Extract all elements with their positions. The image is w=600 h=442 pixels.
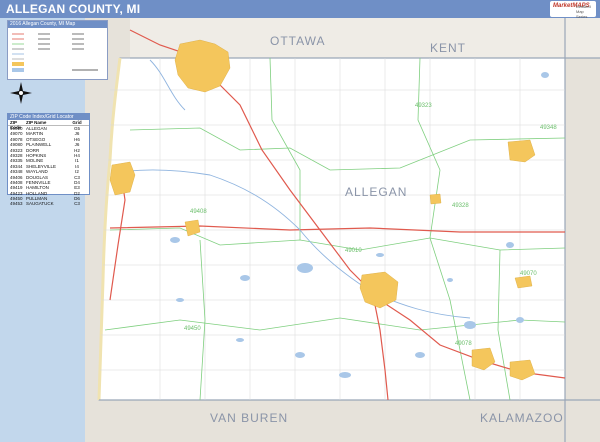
logo-subtext: Detailed Map Series [576,4,591,19]
zip-label-49010: 49010 [345,248,362,254]
title-bar: ALLEGAN COUNTY, MI MarketMAPS Detailed M… [0,0,600,19]
label-allegan: ALLEGAN [345,185,407,199]
zip-label-49408: 49408 [190,209,207,215]
legend-title: 2016 Allegan County, MI Map [8,21,107,28]
label-kalamazoo: KALAMAZOO [480,411,564,425]
col-grid: Grid [72,120,82,125]
compass-rose-icon [10,82,32,104]
urban-hopkins [429,193,442,205]
zip-label-49323: 49323 [415,103,432,109]
col-zip-name: ZIP Name [26,120,47,125]
page-title: ALLEGAN COUNTY, MI [6,2,141,16]
zip-label-49078: 49078 [455,341,472,347]
zip-label-49070: 49070 [520,271,537,277]
legend-symbols [12,33,98,72]
zip-label-49328: 49328 [452,203,469,209]
zip-label-49450: 49450 [184,326,201,332]
label-kent: KENT [430,41,466,55]
zip-index-table: ZIP Code Index/Grid Locator ZIP Code ZIP… [7,113,90,206]
label-ottawa: OTTAWA [270,34,326,48]
zip-label-49348: 49348 [540,125,557,131]
table-row: 49453 SAUGATUCK C3 [10,201,80,207]
label-van-buren: VAN BUREN [210,411,288,425]
map-legend: 2016 Allegan County, MI Map [7,20,108,80]
urban-martin [514,275,533,289]
brand-logo: MarketMAPS Detailed Map Series [550,1,596,19]
col-zip-code: ZIP Code [10,120,22,130]
